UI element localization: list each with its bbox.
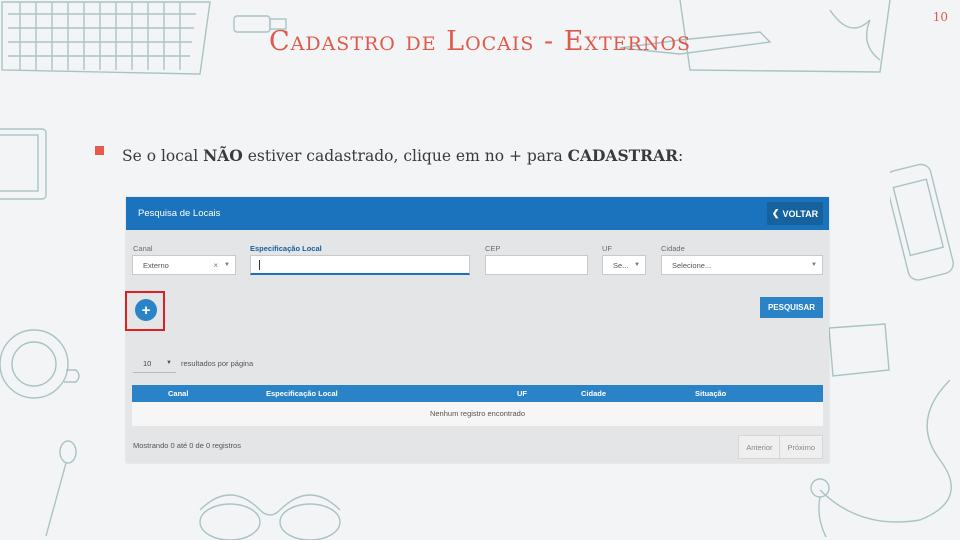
table-body: Nenhum registro encontrado: [132, 402, 823, 426]
locais-search-screenshot: Pesquisa de Locais ❮ VOLTAR Canal Extern…: [126, 197, 829, 463]
instruction-emphasis: CADASTRAR: [567, 146, 678, 165]
chevron-down-icon: ▼: [166, 360, 172, 366]
cidade-label: Cidade: [661, 244, 685, 253]
canal-select[interactable]: Externo × ▼: [132, 255, 236, 275]
pagination: Anterior Próximo: [738, 435, 823, 459]
chevron-left-icon: ❮: [771, 208, 780, 218]
especificacao-label: Especificação Local: [250, 244, 322, 253]
uf-select[interactable]: Se... ▼: [602, 255, 646, 275]
instruction-part: :: [677, 147, 684, 165]
page-size-select[interactable]: 10 ▼: [133, 354, 176, 373]
table-header: Canal Especificação Local UF Cidade Situ…: [132, 385, 823, 402]
coffee-cup-doodle: [0, 329, 80, 399]
chevron-down-icon: ▼: [811, 262, 817, 268]
search-button[interactable]: PESQUISAR: [760, 297, 823, 318]
column-header[interactable]: Canal: [168, 389, 188, 398]
uf-label: UF: [602, 244, 612, 253]
instruction-text: Se o local NÃO estiver cadastrado, cliqu…: [122, 146, 683, 165]
column-header[interactable]: Especificação Local: [266, 389, 338, 398]
cep-label: CEP: [485, 244, 501, 253]
cidade-select[interactable]: Selecione... ▼: [661, 255, 823, 275]
previous-page-button[interactable]: Anterior: [739, 436, 779, 458]
text-cursor: [259, 259, 260, 270]
cidade-value: Selecione...: [672, 260, 712, 270]
empty-message: Nenhum registro encontrado: [429, 409, 526, 418]
canal-label: Canal: [133, 244, 153, 253]
screen-title: Pesquisa de Locais: [138, 208, 221, 219]
phone-doodle: [890, 163, 954, 281]
column-header[interactable]: Cidade: [581, 389, 606, 398]
chevron-down-icon: ▼: [224, 262, 230, 268]
instruction-emphasis: NÃO: [203, 146, 243, 165]
highlight-box: [125, 291, 165, 331]
clear-icon[interactable]: ×: [213, 261, 218, 270]
instruction-part: Se o local: [122, 147, 204, 165]
column-header[interactable]: UF: [517, 389, 527, 398]
back-button-label: VOLTAR: [782, 208, 819, 219]
sticky-note-doodle: [828, 323, 890, 377]
column-header[interactable]: Situação: [695, 389, 726, 398]
glasses-doodle: [199, 494, 341, 540]
chevron-down-icon: ▼: [634, 262, 640, 268]
page-size-value: 10: [143, 358, 152, 368]
slide-title: Cadastro de Locais - Externos: [268, 26, 692, 57]
spoon-doodle: [45, 440, 77, 537]
back-button[interactable]: ❮ VOLTAR: [767, 202, 823, 225]
cep-input[interactable]: [485, 255, 588, 275]
especificacao-input[interactable]: [250, 255, 470, 275]
tablet-doodle: [0, 128, 47, 200]
uf-value: Se...: [613, 260, 629, 270]
canal-value: Externo: [143, 260, 169, 270]
instruction-part: estiver cadastrado, clique em no + para: [242, 147, 568, 165]
next-page-button[interactable]: Próximo: [779, 436, 822, 458]
bullet-marker: [95, 146, 104, 155]
page-number: 10: [932, 10, 948, 24]
screen-header: Pesquisa de Locais ❮ VOLTAR: [126, 197, 829, 230]
records-info: Mostrando 0 até 0 de 0 registros: [133, 441, 241, 450]
per-page-label: resultados por página: [181, 359, 254, 368]
